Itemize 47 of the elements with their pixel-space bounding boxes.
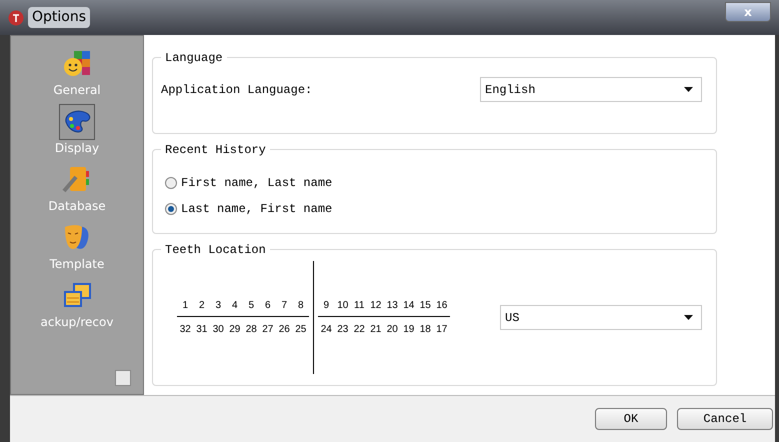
windows-stack-icon [62,282,92,310]
tooth-number: 29 [228,323,242,337]
app-logo-icon [8,10,24,26]
tooth-number: 7 [280,299,288,313]
caret-icon [684,87,693,92]
tooth-number: 30 [212,323,225,337]
window-title: Options [28,7,90,28]
tooth-number: 13 [386,299,399,313]
scroll-box[interactable] [115,370,131,386]
tooth-number: 18 [418,323,432,337]
tooth-number: 16 [435,299,448,313]
tooth-number: 12 [369,299,382,313]
book-wrench-icon [62,165,92,195]
tooth-number: 19 [402,323,416,337]
tooth-number: 9 [322,299,330,313]
tooth-number: 4 [230,299,239,313]
dropdown[interactable]: English [480,77,702,102]
dialog-button[interactable]: OK [595,408,667,430]
field-label: Application Language: [161,82,312,98]
tooth-number: 14 [402,299,416,313]
tooth-number: 23 [336,323,350,337]
tooth-number: 6 [264,299,272,313]
tooth-number: 1 [181,299,190,313]
tooth-number: 21 [369,323,382,337]
tooth-number: 2 [198,299,206,313]
radio-option[interactable]: First name, Last name [165,174,716,192]
dialog-button[interactable]: Cancel [677,408,773,430]
tooth-number: 32 [178,323,192,337]
tooth-number: 31 [195,323,208,337]
tooth-number: 24 [320,323,333,337]
tooth-number: 10 [336,299,350,313]
tooth-number: 22 [352,323,366,337]
tooth-number: 8 [296,299,305,313]
tooth-number: 15 [418,299,432,313]
tooth-number: 27 [261,323,274,337]
tooth-number: 11 [353,299,366,313]
tooth-number: 20 [386,323,399,337]
dropdown[interactable]: US [500,305,702,330]
tooth-number: 5 [247,299,256,313]
tooth-number: 3 [214,299,222,313]
tooth-number: 26 [278,323,291,337]
radio-option[interactable]: Last name, First name [165,200,716,218]
tooth-number: 25 [294,323,308,337]
caret-icon [684,315,693,320]
tooth-number: 17 [435,323,448,337]
tooth-number: 28 [244,323,258,337]
smiley-grid-icon [62,49,92,79]
